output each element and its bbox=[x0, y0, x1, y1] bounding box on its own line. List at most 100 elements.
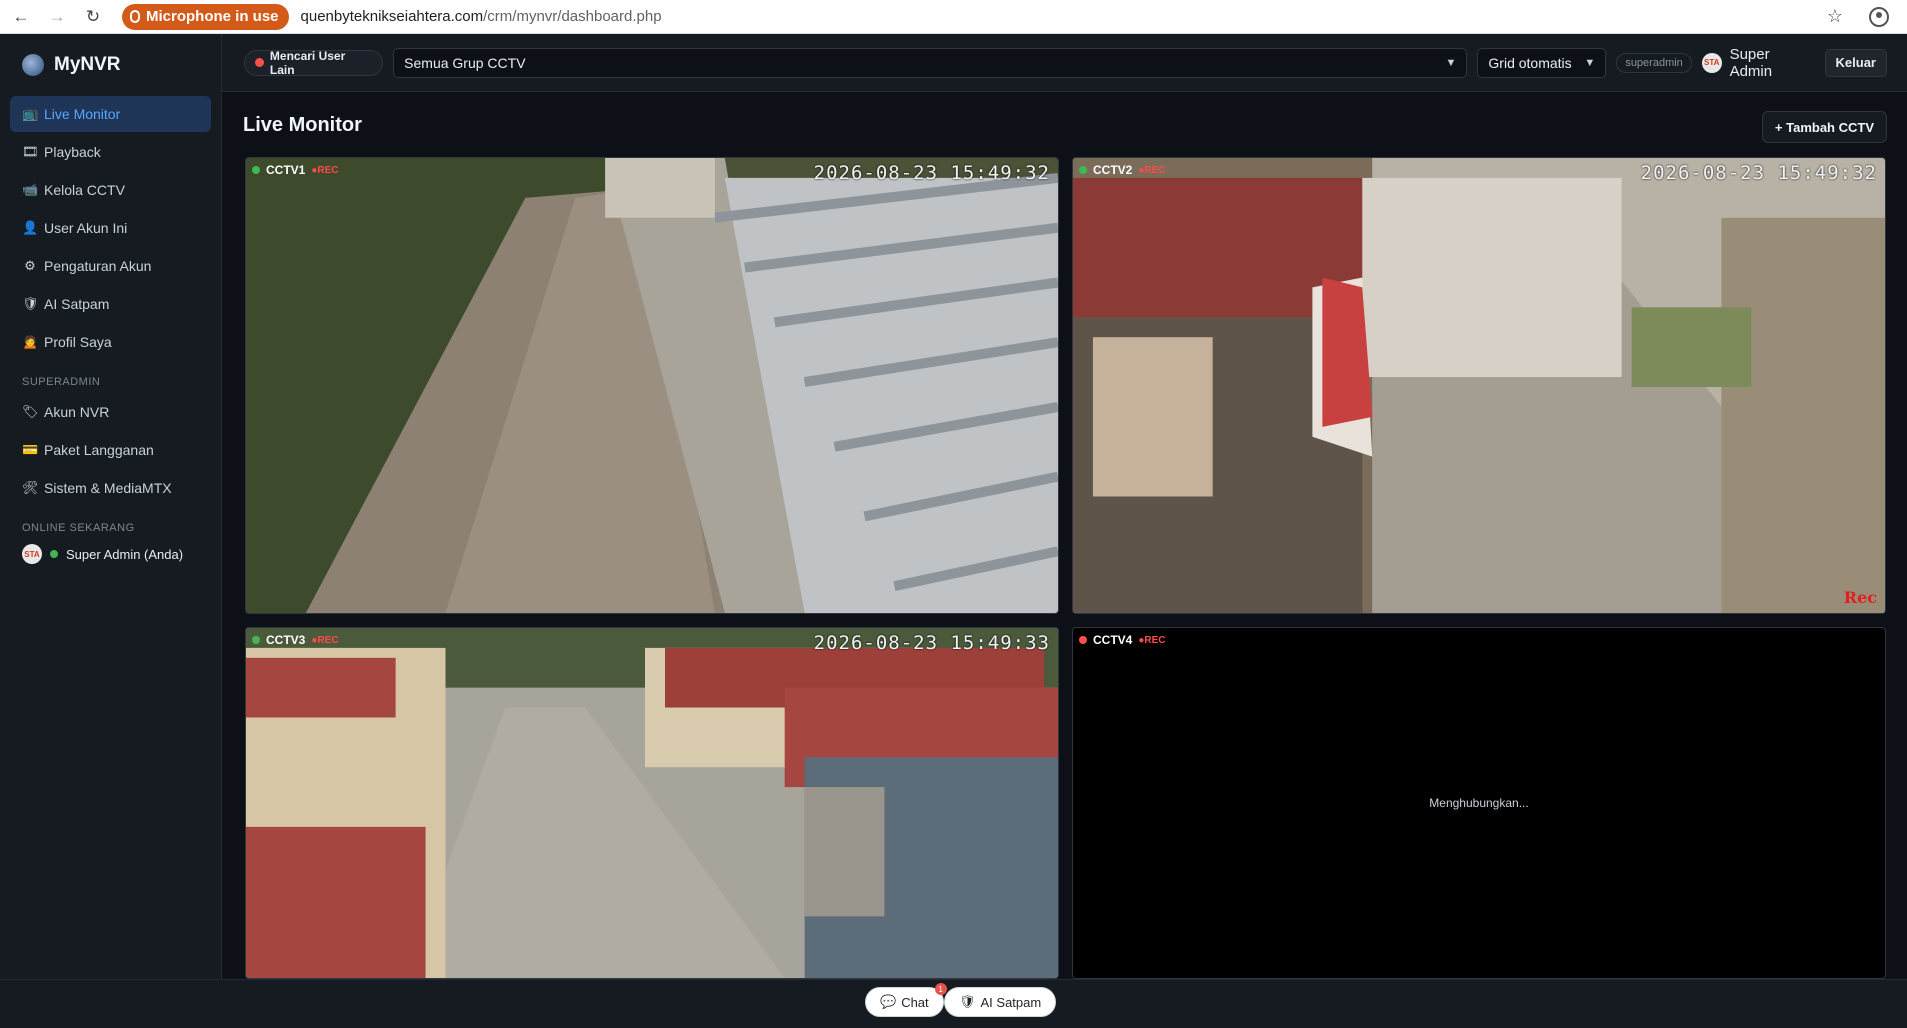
user-icon: 👤 bbox=[22, 220, 39, 235]
person-icon: 🙍 bbox=[22, 334, 39, 349]
camera-connecting-status: Menghubungkan... bbox=[1429, 796, 1529, 810]
camera-status-dot bbox=[252, 636, 260, 644]
sidebar-admin-menu: 🏷 Akun NVR 💳 Paket Langganan 🛠 Sistem & … bbox=[0, 394, 221, 506]
rec-indicator: ●REC bbox=[311, 164, 339, 176]
camera-label: CCTV4 ●REC bbox=[1079, 633, 1166, 647]
chat-bubble-icon: 💬 bbox=[880, 994, 897, 1009]
sidebar-item-label: Live Monitor bbox=[44, 106, 121, 122]
grid-select[interactable]: Grid otomatis ▼ bbox=[1477, 47, 1607, 78]
reload-icon[interactable]: ↻ bbox=[78, 2, 108, 32]
bookmark-star-icon[interactable]: ☆ bbox=[1827, 6, 1843, 27]
sidebar-item-profil-saya[interactable]: 🙍 Profil Saya bbox=[10, 324, 211, 360]
browser-profile-icon[interactable] bbox=[1869, 6, 1889, 27]
tv-icon: 📺 bbox=[22, 106, 39, 121]
gear-icon: ⚙ bbox=[24, 258, 36, 273]
microphone-icon bbox=[130, 10, 140, 23]
search-user-button[interactable]: Mencari User Lain bbox=[244, 48, 384, 77]
sidebar-item-akun-nvr[interactable]: 🏷 Akun NVR bbox=[10, 394, 211, 430]
sidebar-item-label: Akun NVR bbox=[44, 404, 110, 420]
brand[interactable]: MyNVR bbox=[0, 34, 221, 96]
camera-status-dot bbox=[1079, 166, 1087, 174]
avatar: STA bbox=[22, 544, 42, 564]
user-name: Super Admin bbox=[1729, 45, 1773, 80]
camera-tile-cctv4[interactable]: CCTV4 ●REC Menghubungkan... bbox=[1072, 627, 1886, 979]
url-domain: quenbyteknikseiahtera.com bbox=[300, 8, 484, 25]
shield-icon: 🛡 bbox=[22, 296, 39, 311]
group-select[interactable]: Semua Grup CCTV ▼ bbox=[393, 47, 1468, 78]
search-user-label: Mencari User Lain bbox=[269, 48, 346, 77]
sidebar-item-label: Sistem & MediaMTX bbox=[44, 480, 172, 496]
camera-name: CCTV1 bbox=[266, 163, 306, 177]
camera-status-dot bbox=[252, 166, 260, 174]
sidebar-item-label: AI Satpam bbox=[44, 296, 110, 312]
tools-icon: 🛠 bbox=[22, 480, 39, 495]
sidebar-item-ai-satpam[interactable]: 🛡 AI Satpam bbox=[10, 286, 211, 322]
camera-name: CCTV2 bbox=[1093, 163, 1133, 177]
camera-label: CCTV1 ●REC bbox=[252, 163, 339, 177]
rec-indicator: ●REC bbox=[1138, 634, 1166, 646]
online-user-name: Super Admin (Anda) bbox=[66, 546, 184, 562]
chat-button[interactable]: 💬 Chat 1 bbox=[865, 983, 947, 1017]
brand-logo-icon bbox=[22, 54, 44, 76]
sidebar-item-playback[interactable]: 🎞 Playback bbox=[10, 134, 211, 170]
credit-card-icon: 💳 bbox=[22, 442, 39, 457]
sidebar-item-kelola-cctv[interactable]: 📹 Kelola CCTV bbox=[10, 172, 211, 208]
chat-unread-badge: 1 bbox=[934, 983, 947, 995]
chevron-down-icon: ▼ bbox=[1445, 56, 1457, 69]
logout-button[interactable]: Keluar bbox=[1824, 48, 1887, 77]
url-path: /crm/mynvr/dashboard.php bbox=[483, 8, 662, 25]
camera-label: CCTV3 ●REC bbox=[252, 633, 339, 647]
grid-select-value: Grid otomatis bbox=[1488, 54, 1572, 71]
camera-label: CCTV2 ●REC bbox=[1079, 163, 1166, 177]
user-menu[interactable]: STA Super Admin bbox=[1701, 45, 1815, 80]
chat-label: Chat bbox=[901, 994, 929, 1010]
topbar: Mencari User Lain Semua Grup CCTV ▼ Grid… bbox=[222, 34, 1907, 92]
red-dot-icon bbox=[255, 58, 264, 67]
sidebar-item-pengaturan-akun[interactable]: ⚙ Pengaturan Akun bbox=[10, 248, 211, 284]
browser-toolbar: ← → ↻ Microphone in use quenbyteknikseia… bbox=[0, 0, 1907, 34]
sidebar-item-label: Paket Langganan bbox=[44, 442, 154, 458]
role-badge: superadmin bbox=[1616, 52, 1692, 73]
camera-feed-cctv3 bbox=[246, 628, 1058, 978]
sidebar-item-paket-langganan[interactable]: 💳 Paket Langganan bbox=[10, 432, 211, 468]
sidebar-item-label: User Akun Ini bbox=[44, 220, 128, 236]
camera-rec-overlay: Rec bbox=[1843, 588, 1877, 607]
add-cctv-button[interactable]: + Tambah CCTV bbox=[1761, 111, 1887, 143]
camera-feed-cctv1 bbox=[246, 158, 1058, 613]
sidebar: MyNVR 📺 Live Monitor 🎞 Playback 📹 Kelola… bbox=[0, 34, 222, 979]
sidebar-item-label: Profil Saya bbox=[44, 334, 112, 350]
page-title: Live Monitor bbox=[243, 114, 362, 136]
ai-satpam-button[interactable]: 🛡 AI Satpam bbox=[944, 987, 1057, 1017]
sidebar-item-label: Pengaturan Akun bbox=[44, 258, 152, 274]
chevron-down-icon: ▼ bbox=[1584, 56, 1596, 69]
camera-name: CCTV3 bbox=[266, 633, 306, 647]
camera-name: CCTV4 bbox=[1093, 633, 1133, 647]
camera-tile-cctv1[interactable]: CCTV1 ●REC 2026-08-23 15:49:32 bbox=[245, 157, 1059, 614]
microphone-in-use-indicator[interactable]: Microphone in use bbox=[122, 3, 289, 30]
film-icon: 🎞 bbox=[22, 144, 39, 159]
camera-timestamp: 2026-08-23 15:49:33 bbox=[813, 632, 1050, 654]
ai-satpam-label: AI Satpam bbox=[980, 994, 1042, 1010]
tag-icon: 🏷 bbox=[22, 404, 39, 419]
camera-tile-cctv3[interactable]: CCTV3 ●REC 2026-08-23 15:49:33 bbox=[245, 627, 1059, 979]
sidebar-item-user-akun[interactable]: 👤 User Akun Ini bbox=[10, 210, 211, 246]
sidebar-item-label: Kelola CCTV bbox=[44, 182, 125, 198]
camera-timestamp: 2026-08-23 15:49:32 bbox=[813, 162, 1050, 184]
section-online: ONLINE SEKARANG bbox=[22, 522, 135, 534]
rec-indicator: ●REC bbox=[1138, 164, 1166, 176]
avatar: STA bbox=[1701, 52, 1722, 73]
forward-arrow-icon[interactable]: → bbox=[42, 2, 72, 32]
camera-status-dot bbox=[1079, 636, 1087, 644]
camera-feed-cctv2 bbox=[1073, 158, 1885, 613]
microphone-label: Microphone in use bbox=[146, 8, 279, 25]
section-superadmin: SUPERADMIN bbox=[22, 376, 101, 388]
rec-indicator: ●REC bbox=[311, 634, 339, 646]
sidebar-item-label: Playback bbox=[44, 144, 101, 160]
online-user-row[interactable]: STA Super Admin (Anda) bbox=[0, 540, 221, 568]
sidebar-item-live-monitor[interactable]: 📺 Live Monitor bbox=[10, 96, 211, 132]
back-arrow-icon[interactable]: ← bbox=[6, 2, 36, 32]
address-bar[interactable]: quenbyteknikseiahtera.com/crm/mynvr/dash… bbox=[301, 8, 662, 25]
camera-tile-cctv2[interactable]: CCTV2 ●REC 2026-08-23 15:49:32 Rec bbox=[1072, 157, 1886, 614]
online-status-dot bbox=[50, 550, 58, 558]
sidebar-item-sistem-mediamtx[interactable]: 🛠 Sistem & MediaMTX bbox=[10, 470, 211, 506]
